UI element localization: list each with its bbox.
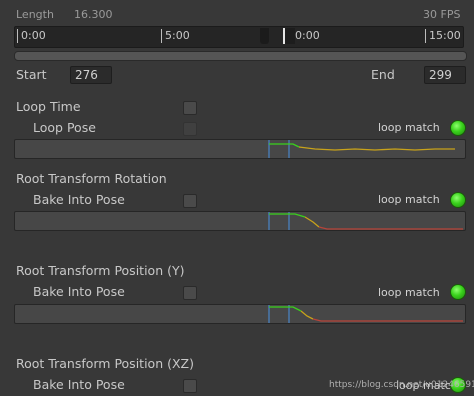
loop-match-indicator	[450, 284, 466, 300]
loop-match-indicator	[450, 192, 466, 208]
timeline-scrollbar[interactable]	[14, 51, 467, 61]
curve-match-segment	[269, 213, 306, 218]
curve-segment	[298, 146, 455, 151]
tick-mark	[161, 29, 162, 43]
position-xz-section-title: Root Transform Position (XZ)	[16, 356, 194, 371]
curve-segment	[312, 318, 463, 322]
rotation-bake-label: Bake Into Pose	[33, 192, 125, 207]
start-handle[interactable]	[260, 28, 269, 44]
tick-mark	[425, 29, 426, 43]
loop-time-label: Loop Time	[16, 99, 81, 114]
tick-label-partial: 0:00	[295, 29, 320, 42]
loop-pose-checkbox[interactable]	[183, 122, 197, 136]
position-y-section-title: Root Transform Position (Y)	[16, 263, 185, 278]
loop-pose-label: Loop Pose	[33, 120, 96, 135]
fps-label: 30 FPS	[423, 8, 461, 21]
curve-match-segment	[269, 306, 302, 312]
position-y-curve-graph	[14, 304, 466, 324]
position-y-bake-checkbox[interactable]	[183, 286, 197, 300]
curve-segment	[300, 310, 314, 320]
position-xz-bake-label: Bake Into Pose	[33, 377, 125, 392]
curve-segment	[318, 226, 463, 230]
end-label: End	[371, 67, 395, 82]
length-label: Length	[16, 8, 54, 21]
tick-mark	[17, 29, 18, 43]
length-value: 16.300	[74, 8, 113, 21]
rotation-section-title: Root Transform Rotation	[16, 171, 167, 186]
watermark-text: https://blog.csdn.net/u012465919	[329, 380, 474, 390]
rotation-curve-graph	[14, 211, 466, 231]
end-handle[interactable]	[283, 28, 295, 44]
loop-time-checkbox[interactable]	[183, 101, 197, 115]
end-field[interactable]: 299	[424, 66, 466, 84]
position-y-bake-label: Bake Into Pose	[33, 284, 125, 299]
start-label: Start	[16, 67, 47, 82]
curve-match-segment	[269, 143, 300, 148]
timeline-ruler[interactable]: 0:00 5:00 15:00 0:00	[14, 26, 464, 48]
tick-label: 15:00	[429, 29, 461, 42]
position-xz-bake-checkbox[interactable]	[183, 379, 197, 393]
loop-match-label: loop match	[378, 286, 440, 299]
loop-match-label: loop match	[378, 193, 440, 206]
curve-segment	[304, 216, 320, 228]
loop-time-curve-graph	[14, 139, 466, 159]
rotation-bake-checkbox[interactable]	[183, 194, 197, 208]
tick-label: 5:00	[165, 29, 190, 42]
tick-label: 0:00	[21, 29, 46, 42]
loop-match-indicator	[450, 120, 466, 136]
start-field[interactable]: 276	[70, 66, 112, 84]
loop-match-label: loop match	[378, 121, 440, 134]
